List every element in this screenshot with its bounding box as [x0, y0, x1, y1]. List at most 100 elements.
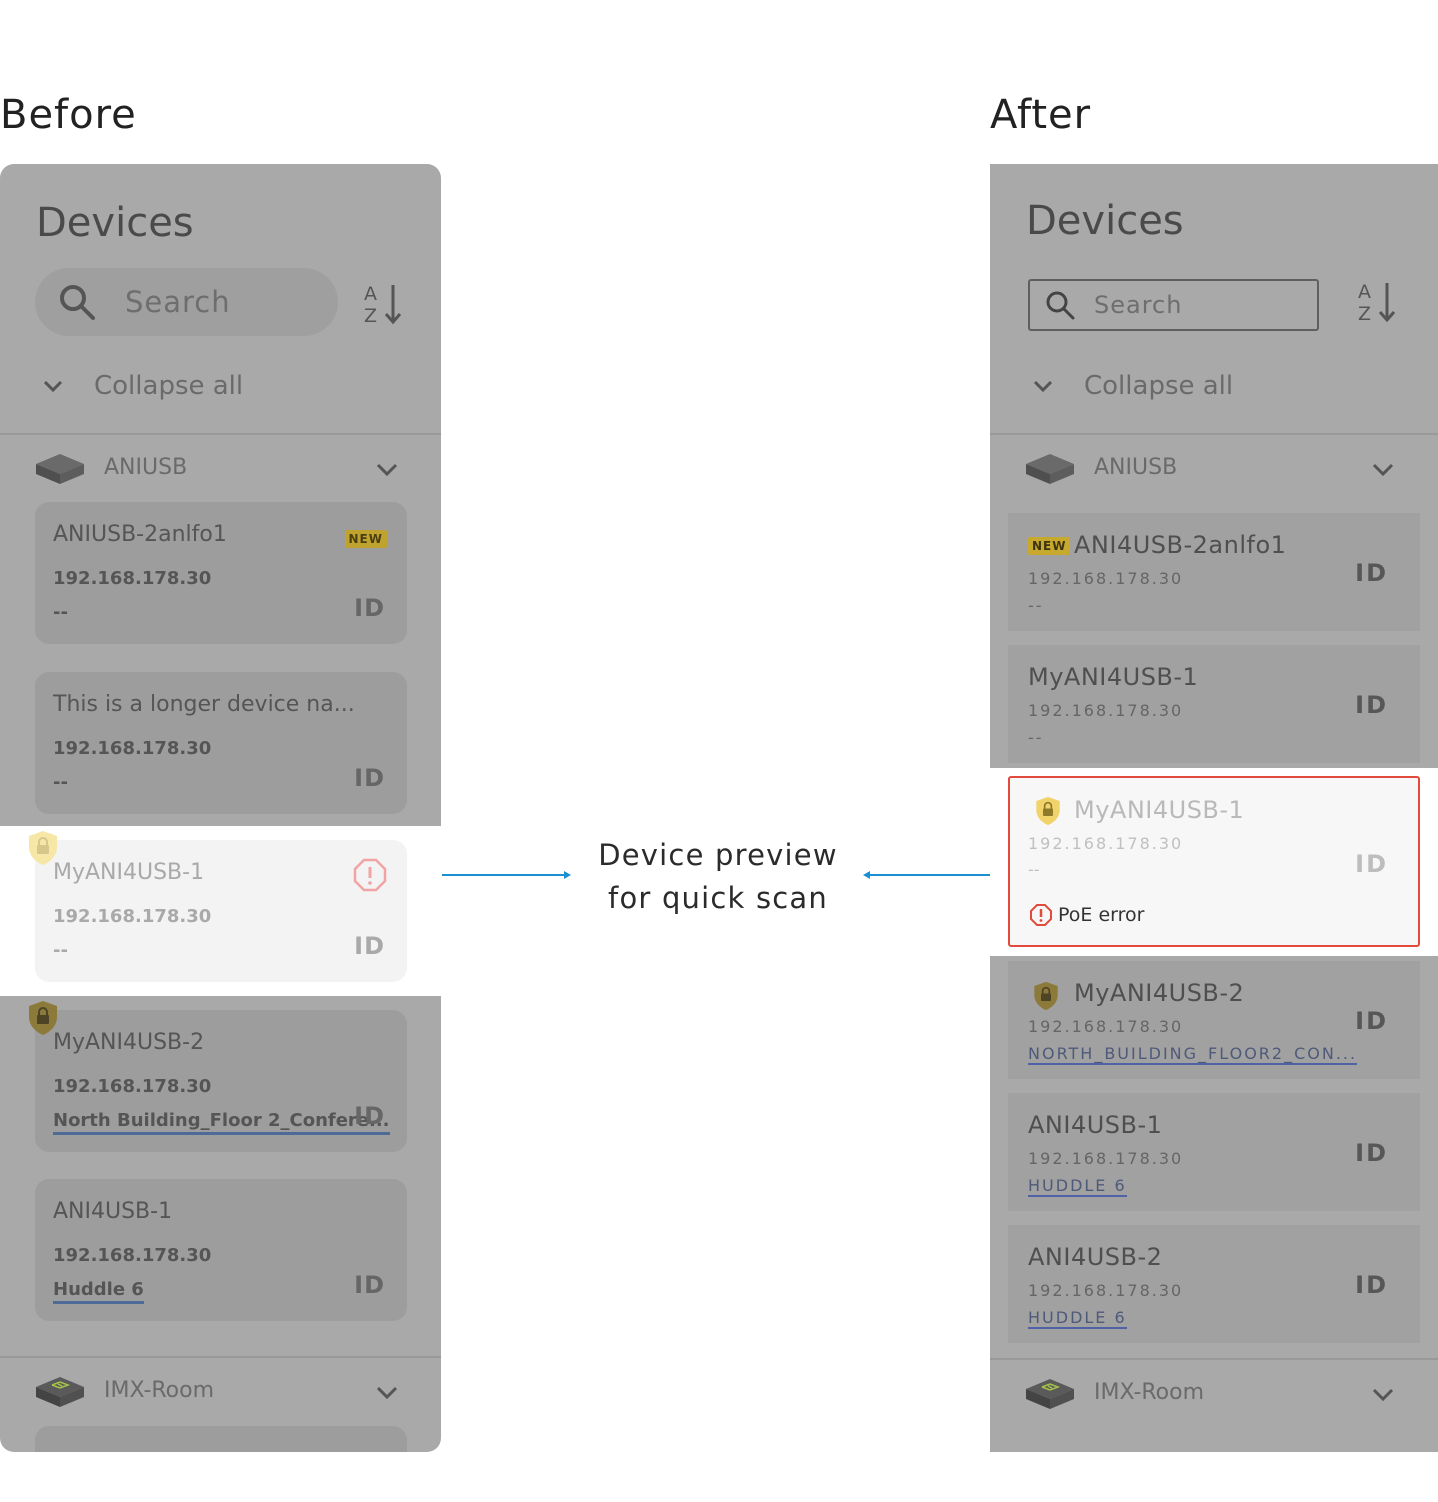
divider	[0, 1356, 441, 1358]
device-ip: 192.168.178.30	[1028, 701, 1184, 720]
group-header-imx-room[interactable]: IMX-Room	[34, 1367, 214, 1413]
identify-button[interactable]: ID	[354, 932, 385, 960]
sort-az-icon[interactable]: A Z	[1358, 280, 1398, 324]
search-placeholder: Search	[125, 285, 231, 319]
device-card[interactable]: MyANI4USB-2 192.168.178.30 NORTH_BUILDIN…	[1008, 961, 1420, 1079]
identify-button[interactable]: ID	[1355, 1139, 1388, 1167]
before-heading: Before	[0, 92, 137, 138]
device-name: ANI4USB-2	[1028, 1243, 1163, 1271]
lock-shield-icon	[1034, 981, 1058, 1011]
device-card[interactable]: MyANI4USB-1 192.168.178.30 -- ID	[1008, 645, 1420, 763]
search-icon	[60, 285, 95, 320]
device-location-link[interactable]: NORTH_BUILDING_FLOOR2_CON...	[1028, 1044, 1358, 1065]
collapse-all-button[interactable]: Collapse all	[40, 364, 243, 408]
device-location: --	[1028, 596, 1044, 615]
identify-button[interactable]: ID	[354, 764, 385, 792]
identify-button[interactable]: ID	[1355, 1271, 1388, 1299]
device-location-link[interactable]: Huddle 6	[53, 1279, 144, 1304]
callout-label: Device preview for quick scan	[560, 834, 876, 920]
group-header-imx-room[interactable]: IMX-Room	[1024, 1369, 1204, 1415]
arrow-left-icon	[863, 871, 990, 879]
device-name: MyANI4USB-2	[1074, 979, 1245, 1007]
chevron-down-icon[interactable]	[374, 456, 400, 482]
divider	[990, 433, 1438, 435]
device-name: MyANI4USB-2	[53, 1030, 205, 1055]
new-badge: NEW	[1028, 537, 1071, 555]
panel-title: Devices	[1026, 198, 1184, 244]
identify-button[interactable]: ID	[354, 1102, 385, 1130]
device-card-partial[interactable]	[35, 1426, 407, 1452]
device-card[interactable]: This is a longer device na... 192.168.17…	[35, 672, 407, 814]
identify-button[interactable]: ID	[354, 594, 385, 622]
device-location-link[interactable]: HUDDLE 6	[1028, 1308, 1127, 1329]
search-input[interactable]: Search	[35, 268, 338, 336]
device-name: ANI4USB-2anlfo1	[1074, 531, 1287, 559]
chevron-down-icon[interactable]	[1370, 1381, 1396, 1407]
identify-button[interactable]: ID	[1355, 559, 1388, 587]
identify-button[interactable]: ID	[1355, 691, 1388, 719]
room-device-icon	[1026, 1379, 1074, 1409]
chevron-down-icon	[1033, 380, 1053, 393]
collapse-all-button[interactable]: Collapse all	[1030, 364, 1233, 408]
chevron-down-icon[interactable]	[1370, 456, 1396, 482]
device-location: --	[1028, 860, 1040, 879]
device-ip: 192.168.178.30	[1028, 1281, 1184, 1300]
error-icon	[1030, 904, 1052, 926]
device-ip: 192.168.178.30	[53, 738, 212, 759]
group-name: ANIUSB	[104, 454, 188, 480]
device-ip: 192.168.178.30	[1028, 834, 1184, 853]
highlighted-device-area: MyANI4USB-1 192.168.178.30 -- ID PoE err…	[990, 768, 1438, 956]
group-header-aniusb[interactable]: ANIUSB	[1024, 444, 1177, 490]
device-card[interactable]: ANIUSB-2anlfo1 NEW 192.168.178.30 -- ID	[35, 502, 407, 644]
device-card-highlighted[interactable]: MyANI4USB-1 192.168.178.30 -- ID	[35, 840, 407, 982]
device-location-link[interactable]: North Building_Floor 2_Confere...	[53, 1110, 390, 1135]
device-ip: 192.168.178.30	[53, 1245, 212, 1266]
svg-text:Z: Z	[1358, 303, 1371, 324]
lock-shield-icon	[1036, 796, 1060, 826]
highlighted-device-area: MyANI4USB-1 192.168.178.30 -- ID	[0, 826, 441, 996]
search-icon	[1046, 291, 1075, 320]
chevron-down-icon	[43, 380, 63, 393]
sort-az-icon[interactable]: A Z	[364, 282, 404, 326]
collapse-all-label: Collapse all	[94, 371, 244, 401]
before-devices-panel: Devices Search A Z Collapse all ANIUSB A…	[0, 164, 441, 1452]
panel-title: Devices	[36, 200, 194, 246]
device-box-icon	[1026, 454, 1074, 484]
device-location: --	[1028, 728, 1044, 747]
device-ip: 192.168.178.30	[53, 1076, 212, 1097]
search-input[interactable]: Search	[1028, 279, 1319, 331]
device-location-link[interactable]: HUDDLE 6	[1028, 1176, 1127, 1197]
identify-button[interactable]: ID	[354, 1271, 385, 1299]
device-ip: 192.168.178.30	[53, 906, 212, 927]
device-name: ANIUSB-2anlfo1	[53, 522, 227, 547]
lock-shield-icon	[29, 831, 57, 865]
device-location: --	[53, 602, 68, 623]
after-devices-panel: Devices Search A Z Collapse all ANIUSB N…	[990, 164, 1438, 1452]
identify-button[interactable]: ID	[1355, 850, 1388, 878]
error-text: PoE error	[1058, 904, 1145, 926]
arrow-right-icon	[442, 871, 571, 879]
svg-text:Z: Z	[364, 305, 377, 326]
device-ip: 192.168.178.30	[1028, 1149, 1184, 1168]
divider	[0, 433, 441, 435]
group-name: ANIUSB	[1094, 454, 1178, 480]
device-card[interactable]: ANI4USB-2 192.168.178.30 HUDDLE 6 ID	[1008, 1225, 1420, 1343]
lock-shield-icon	[29, 1001, 57, 1035]
device-card-error[interactable]: MyANI4USB-1 192.168.178.30 -- ID PoE err…	[1008, 776, 1420, 947]
svg-text:A: A	[1358, 281, 1371, 303]
new-badge: NEW	[344, 530, 387, 548]
device-ip: 192.168.178.30	[53, 568, 212, 589]
group-header-aniusb[interactable]: ANIUSB	[34, 444, 187, 490]
device-ip: 192.168.178.30	[1028, 569, 1184, 588]
chevron-down-icon[interactable]	[374, 1379, 400, 1405]
device-card[interactable]: ANI4USB-1 192.168.178.30 Huddle 6 ID	[35, 1179, 407, 1321]
identify-button[interactable]: ID	[1355, 1007, 1388, 1035]
device-location: --	[53, 772, 68, 793]
device-card[interactable]: NEW ANI4USB-2anlfo1 192.168.178.30 -- ID	[1008, 513, 1420, 631]
device-name: MyANI4USB-1	[53, 860, 205, 885]
device-name: This is a longer device na...	[53, 692, 355, 717]
device-card[interactable]: ANI4USB-1 192.168.178.30 HUDDLE 6 ID	[1008, 1093, 1420, 1211]
device-ip: 192.168.178.30	[1028, 1017, 1184, 1036]
callout-line-1: Device preview	[598, 838, 838, 872]
device-card[interactable]: MyANI4USB-2 192.168.178.30 North Buildin…	[35, 1010, 407, 1152]
